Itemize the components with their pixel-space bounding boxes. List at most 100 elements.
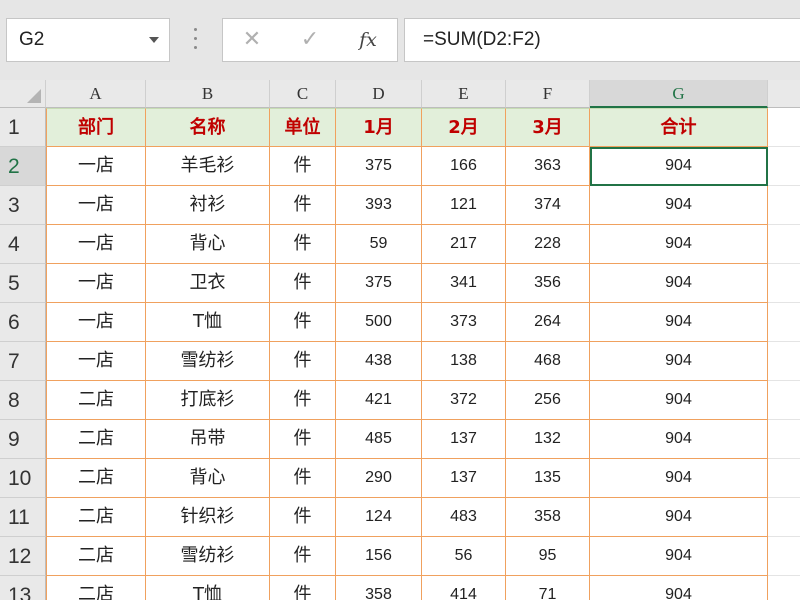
table-cell[interactable]: 166	[422, 147, 506, 186]
table-cell[interactable]: 356	[506, 264, 590, 303]
table-cell[interactable]: 卫衣	[146, 264, 270, 303]
table-cell[interactable]: 71	[506, 576, 590, 600]
table-cell[interactable]: 件	[270, 342, 336, 381]
table-cell[interactable]: 件	[270, 186, 336, 225]
table-cell[interactable]: 一店	[46, 264, 146, 303]
empty-cell[interactable]	[768, 420, 800, 459]
table-cell[interactable]: 二店	[46, 537, 146, 576]
table-cell[interactable]: 904	[590, 381, 768, 420]
header-cell[interactable]: 部门	[46, 108, 146, 147]
table-cell[interactable]: 件	[270, 420, 336, 459]
table-cell[interactable]: 针织衫	[146, 498, 270, 537]
table-cell[interactable]: 背心	[146, 225, 270, 264]
table-cell[interactable]: 904	[590, 147, 768, 186]
table-cell[interactable]: 衬衫	[146, 186, 270, 225]
table-cell[interactable]: 二店	[46, 576, 146, 600]
table-cell[interactable]: 一店	[46, 147, 146, 186]
table-cell[interactable]: 雪纺衫	[146, 342, 270, 381]
table-cell[interactable]: 374	[506, 186, 590, 225]
table-cell[interactable]: 雪纺衫	[146, 537, 270, 576]
empty-cell[interactable]	[768, 498, 800, 537]
table-cell[interactable]: 421	[336, 381, 422, 420]
table-cell[interactable]: 件	[270, 537, 336, 576]
table-cell[interactable]: T恤	[146, 303, 270, 342]
table-cell[interactable]: 二店	[46, 459, 146, 498]
table-cell[interactable]: 341	[422, 264, 506, 303]
empty-cell[interactable]	[768, 108, 800, 147]
table-cell[interactable]: 打底衫	[146, 381, 270, 420]
empty-cell[interactable]	[768, 342, 800, 381]
column-header-d[interactable]: D	[336, 80, 422, 108]
row-header-1[interactable]: 1	[0, 108, 46, 147]
table-cell[interactable]: 904	[590, 537, 768, 576]
table-cell[interactable]: 一店	[46, 303, 146, 342]
select-all-button[interactable]	[0, 80, 46, 108]
row-header-12[interactable]: 12	[0, 537, 46, 576]
column-header-a[interactable]: A	[46, 80, 146, 108]
row-header-10[interactable]: 10	[0, 459, 46, 498]
table-cell[interactable]: 375	[336, 147, 422, 186]
table-cell[interactable]: 件	[270, 381, 336, 420]
table-cell[interactable]: 56	[422, 537, 506, 576]
table-cell[interactable]: 137	[422, 459, 506, 498]
row-header-8[interactable]: 8	[0, 381, 46, 420]
table-cell[interactable]: 二店	[46, 420, 146, 459]
table-cell[interactable]: 904	[590, 264, 768, 303]
table-cell[interactable]: 468	[506, 342, 590, 381]
row-header-2[interactable]: 2	[0, 147, 46, 186]
table-cell[interactable]: 438	[336, 342, 422, 381]
table-cell[interactable]: 372	[422, 381, 506, 420]
empty-cell[interactable]	[768, 186, 800, 225]
table-cell[interactable]: 95	[506, 537, 590, 576]
grip-dots-icon[interactable]	[194, 28, 198, 52]
table-cell[interactable]: 904	[590, 225, 768, 264]
table-cell[interactable]: 件	[270, 498, 336, 537]
header-cell[interactable]: 1月	[336, 108, 422, 147]
empty-cell[interactable]	[768, 381, 800, 420]
table-cell[interactable]: 904	[590, 498, 768, 537]
table-cell[interactable]: 121	[422, 186, 506, 225]
chevron-down-icon[interactable]	[149, 37, 159, 43]
table-cell[interactable]: 件	[270, 264, 336, 303]
table-cell[interactable]: 904	[590, 342, 768, 381]
table-cell[interactable]: 件	[270, 459, 336, 498]
table-cell[interactable]: 363	[506, 147, 590, 186]
row-header-5[interactable]: 5	[0, 264, 46, 303]
column-header-empty[interactable]	[768, 80, 800, 108]
header-cell[interactable]: 2月	[422, 108, 506, 147]
row-header-9[interactable]: 9	[0, 420, 46, 459]
empty-cell[interactable]	[768, 576, 800, 600]
table-cell[interactable]: 904	[590, 420, 768, 459]
table-cell[interactable]: 件	[270, 576, 336, 600]
header-cell[interactable]: 3月	[506, 108, 590, 147]
table-cell[interactable]: 485	[336, 420, 422, 459]
table-cell[interactable]: 904	[590, 459, 768, 498]
table-cell[interactable]: 件	[270, 225, 336, 264]
table-cell[interactable]: 135	[506, 459, 590, 498]
column-header-g[interactable]: G	[590, 80, 768, 108]
empty-cell[interactable]	[768, 459, 800, 498]
insert-function-icon[interactable]: fx	[343, 19, 393, 61]
header-cell[interactable]: 合计	[590, 108, 768, 147]
table-cell[interactable]: 一店	[46, 186, 146, 225]
table-cell[interactable]: 373	[422, 303, 506, 342]
table-cell[interactable]: 217	[422, 225, 506, 264]
table-cell[interactable]: 256	[506, 381, 590, 420]
row-header-11[interactable]: 11	[0, 498, 46, 537]
name-box[interactable]: G2	[6, 18, 170, 62]
table-cell[interactable]: 137	[422, 420, 506, 459]
cancel-icon[interactable]: ✕	[227, 19, 277, 61]
enter-icon[interactable]: ✓	[285, 19, 335, 61]
column-header-e[interactable]: E	[422, 80, 506, 108]
table-cell[interactable]: 羊毛衫	[146, 147, 270, 186]
table-cell[interactable]: 358	[336, 576, 422, 600]
table-cell[interactable]: 483	[422, 498, 506, 537]
row-header-3[interactable]: 3	[0, 186, 46, 225]
table-cell[interactable]: 500	[336, 303, 422, 342]
table-cell[interactable]: 904	[590, 303, 768, 342]
table-cell[interactable]: 件	[270, 147, 336, 186]
table-cell[interactable]: 290	[336, 459, 422, 498]
table-cell[interactable]: 二店	[46, 498, 146, 537]
column-header-b[interactable]: B	[146, 80, 270, 108]
table-cell[interactable]: 156	[336, 537, 422, 576]
